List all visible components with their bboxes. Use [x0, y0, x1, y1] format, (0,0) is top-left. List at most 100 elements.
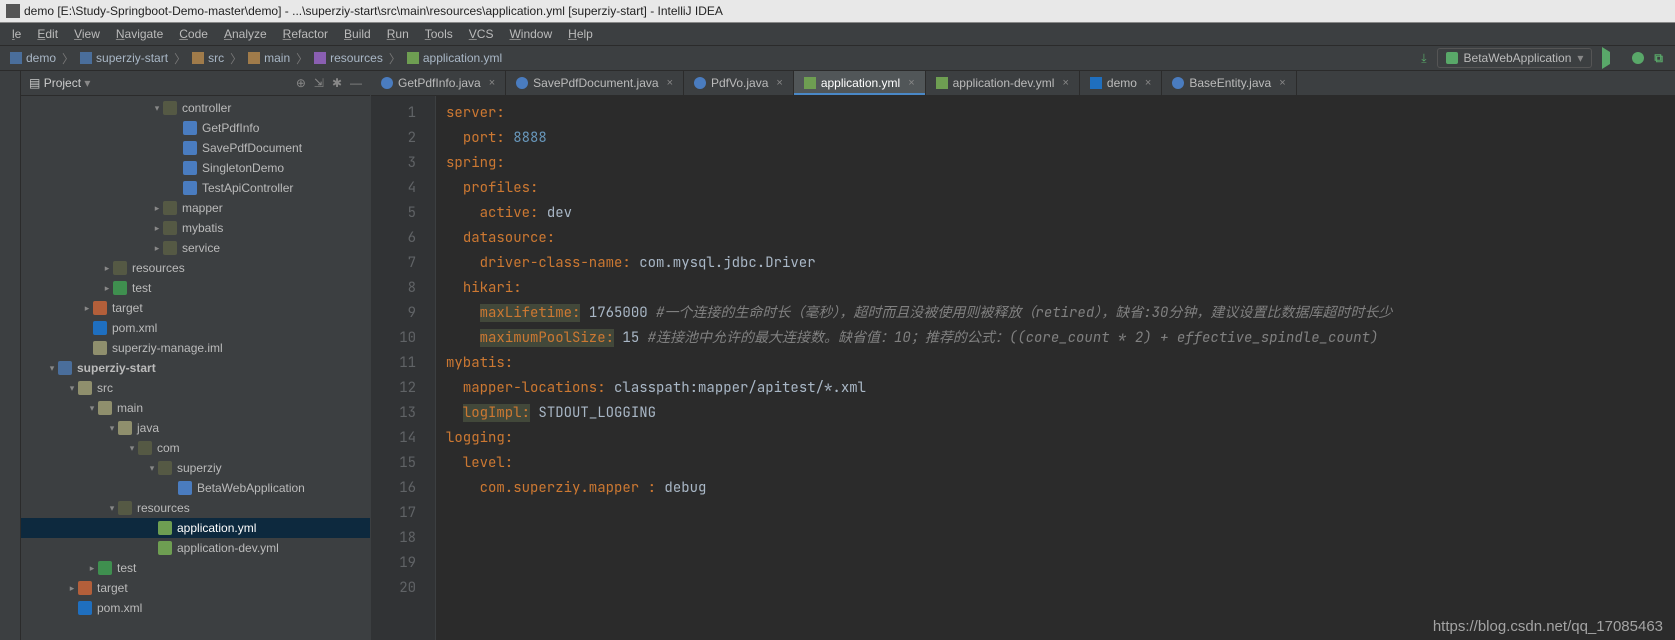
tree-node[interactable]: ▾resources	[21, 498, 370, 518]
code-editor[interactable]: 1234567891011121314151617181920 server: …	[371, 96, 1675, 640]
menu-le[interactable]: le	[4, 23, 29, 45]
tree-node[interactable]: BetaWebApplication	[21, 478, 370, 498]
coverage-icon[interactable]: ⧉	[1654, 51, 1663, 66]
menu-refactor[interactable]: Refactor	[275, 23, 336, 45]
tree-node-icon	[78, 581, 92, 595]
tab-label: SavePdfDocument.java	[533, 76, 658, 90]
build-icon[interactable]: ⤓	[1421, 51, 1426, 66]
breadcrumb-item[interactable]: resources	[310, 51, 387, 65]
menu-analyze[interactable]: Analyze	[216, 23, 275, 45]
menu-build[interactable]: Build	[336, 23, 379, 45]
tree-node[interactable]: ▸mybatis	[21, 218, 370, 238]
close-icon[interactable]: ×	[489, 77, 495, 89]
close-icon[interactable]: ×	[1279, 77, 1285, 89]
editor-tab[interactable]: GetPdfInfo.java×	[371, 71, 506, 95]
tree-node[interactable]: ▾com	[21, 438, 370, 458]
expand-closed-icon[interactable]: ▸	[81, 303, 93, 314]
editor-tab[interactable]: BaseEntity.java×	[1162, 71, 1296, 95]
editor-tab[interactable]: application.yml×	[794, 71, 926, 95]
project-tool-header[interactable]: ▤ Project ▾ ⊕ ⇲ ✱ —	[21, 71, 370, 96]
editor-tab[interactable]: SavePdfDocument.java ×	[506, 71, 684, 95]
editor-tab[interactable]: demo×	[1080, 71, 1162, 95]
code-area[interactable]: server: port: 8888spring: profiles: acti…	[436, 96, 1675, 640]
expand-closed-icon[interactable]: ▸	[151, 243, 163, 254]
hide-icon[interactable]: —	[350, 76, 362, 90]
run-icon[interactable]	[1602, 47, 1622, 69]
expand-open-icon[interactable]: ▾	[106, 503, 118, 514]
collapse-all-icon[interactable]: ⇲	[314, 76, 324, 90]
menu-view[interactable]: View	[66, 23, 108, 45]
breadcrumb-item[interactable]: src	[188, 51, 228, 65]
close-icon[interactable]: ×	[776, 77, 782, 89]
project-tree[interactable]: ▾controllerGetPdfInfoSavePdfDocumentSing…	[21, 96, 370, 640]
tree-node[interactable]: ▾ superziy-start	[21, 358, 370, 378]
breadcrumb-item[interactable]: superziy-start	[76, 51, 172, 65]
expand-closed-icon[interactable]: ▸	[66, 583, 78, 594]
expand-closed-icon[interactable]: ▸	[151, 223, 163, 234]
tree-node[interactable]: ▸service	[21, 238, 370, 258]
tree-node[interactable]: ▾src	[21, 378, 370, 398]
tree-node[interactable]: GetPdfInfo	[21, 118, 370, 138]
tree-node[interactable]: TestApiController	[21, 178, 370, 198]
menu-code[interactable]: Code	[171, 23, 216, 45]
tree-node[interactable]: ▸ resources	[21, 258, 370, 278]
tree-node-label: superziy-start	[77, 361, 370, 375]
tree-node[interactable]: ▾main	[21, 398, 370, 418]
expand-open-icon[interactable]: ▾	[46, 363, 58, 374]
menu-vcs[interactable]: VCS	[461, 23, 502, 45]
tree-node[interactable]: application.yml	[21, 518, 370, 538]
tree-node[interactable]: SavePdfDocument	[21, 138, 370, 158]
tree-node[interactable]: ▸target	[21, 578, 370, 598]
breadcrumb-icon	[10, 52, 22, 64]
editor-tabs: GetPdfInfo.java×SavePdfDocument.java×Pdf…	[371, 71, 1675, 96]
scroll-from-source-icon[interactable]: ⊕	[296, 76, 306, 90]
expand-closed-icon[interactable]: ▸	[101, 283, 113, 294]
menu-window[interactable]: Window	[501, 23, 560, 45]
tree-node[interactable]: ▸mapper	[21, 198, 370, 218]
close-icon[interactable]: ×	[1062, 77, 1068, 89]
expand-open-icon[interactable]: ▾	[106, 423, 118, 434]
breadcrumb-label: resources	[330, 51, 383, 65]
close-icon[interactable]: ×	[908, 77, 914, 89]
tab-filetype-icon	[516, 77, 528, 89]
tree-node[interactable]: SingletonDemo	[21, 158, 370, 178]
expand-open-icon[interactable]: ▾	[151, 103, 163, 114]
tree-node-icon	[118, 501, 132, 515]
expand-open-icon[interactable]: ▾	[86, 403, 98, 414]
expand-closed-icon[interactable]: ▸	[101, 263, 113, 274]
tree-node[interactable]: superziy-manage.iml	[21, 338, 370, 358]
menu-tools[interactable]: Tools	[417, 23, 461, 45]
close-icon[interactable]: ×	[1145, 77, 1151, 89]
expand-closed-icon[interactable]: ▸	[86, 563, 98, 574]
fold-gutter[interactable]	[422, 96, 436, 640]
expand-open-icon[interactable]: ▾	[66, 383, 78, 394]
tree-node[interactable]: application-dev.yml	[21, 538, 370, 558]
tree-node[interactable]: ▾ superziy	[21, 458, 370, 478]
expand-open-icon[interactable]: ▾	[146, 463, 158, 474]
expand-open-icon[interactable]: ▾	[126, 443, 138, 454]
tree-node[interactable]: ▾controller	[21, 98, 370, 118]
menu-help[interactable]: Help	[560, 23, 601, 45]
tree-node[interactable]: pom.xml	[21, 318, 370, 338]
menu-run[interactable]: Run	[379, 23, 417, 45]
editor-tab[interactable]: application-dev.yml×	[926, 71, 1080, 95]
tool-window-stripe-left[interactable]	[0, 71, 21, 640]
tree-node-label: superziy	[177, 461, 370, 475]
run-config-selector[interactable]: BetaWebApplication ▾	[1437, 48, 1593, 68]
menu-navigate[interactable]: Navigate	[108, 23, 171, 45]
tree-node-label: resources	[132, 261, 370, 275]
debug-icon[interactable]	[1632, 52, 1644, 64]
gear-icon[interactable]: ✱	[332, 76, 342, 90]
breadcrumb-item[interactable]: demo	[6, 51, 60, 65]
expand-closed-icon[interactable]: ▸	[151, 203, 163, 214]
tree-node[interactable]: ▾java	[21, 418, 370, 438]
tree-node[interactable]: ▸test	[21, 558, 370, 578]
tree-node[interactable]: ▸test	[21, 278, 370, 298]
tree-node[interactable]: pom.xml	[21, 598, 370, 618]
breadcrumb-item[interactable]: application.yml	[403, 51, 506, 65]
editor-tab[interactable]: PdfVo.java×	[684, 71, 794, 95]
menu-edit[interactable]: Edit	[29, 23, 66, 45]
tree-node[interactable]: ▸target	[21, 298, 370, 318]
breadcrumb-item[interactable]: main	[244, 51, 294, 65]
close-icon[interactable]: ×	[667, 77, 673, 89]
